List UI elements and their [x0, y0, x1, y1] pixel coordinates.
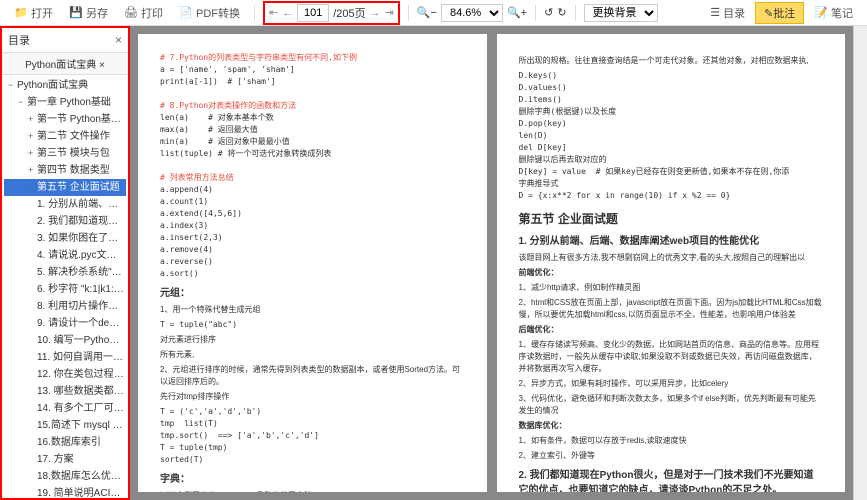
tree-item[interactable]: 15.简述下 mysql 的原理？: [4, 417, 126, 434]
next-page-icon[interactable]: →: [370, 7, 381, 19]
main-toolbar: 📁打开 💾另存 🖨打印 📄PDF转换 ⇤ ← /205页 → ⇥ 🔍− 84.6…: [0, 0, 867, 26]
first-page-icon[interactable]: ⇤: [269, 6, 278, 19]
tree-item[interactable]: 2. 我们都知道现在Python很: [4, 213, 126, 230]
tree-item[interactable]: +第一节 Python基础语法: [4, 111, 126, 128]
tree-item[interactable]: 14. 有多个工厂可以做数据: [4, 400, 126, 417]
list-icon: ☰: [710, 6, 720, 19]
tree-item[interactable]: +第四节 数据类型: [4, 162, 126, 179]
tree-item[interactable]: −第五节 企业面试题: [4, 179, 126, 196]
tree-item[interactable]: 1. 分别从前端、后端、数据库: [4, 196, 126, 213]
tree-item[interactable]: 16.数据库索引: [4, 434, 126, 451]
folder-icon: 📁: [14, 6, 28, 20]
page-total-label: /205页: [333, 5, 365, 21]
page-navigation: ⇤ ← /205页 → ⇥: [263, 1, 400, 25]
open-button[interactable]: 📁打开: [8, 3, 59, 23]
tree-item[interactable]: 5. 解决秒杀系统"大奖": [4, 264, 126, 281]
prev-page-icon[interactable]: ←: [282, 7, 293, 19]
tree-item[interactable]: +第二节 文件操作: [4, 128, 126, 145]
tree-item[interactable]: 8. 利用切片操作，实现一个tri: [4, 298, 126, 315]
document-viewport: # 7.Python的列表类型与字符串类型有何不同,如下例 a = ['name…: [130, 26, 853, 500]
pdf-page-left: # 7.Python的列表类型与字符串类型有何不同,如下例 a = ['name…: [138, 34, 487, 492]
note-button[interactable]: 📝笔记: [808, 3, 859, 23]
tree-item[interactable]: 11. 如何自调用一个类的父类: [4, 349, 126, 366]
background-select[interactable]: 更换背景: [584, 4, 658, 22]
tree-item[interactable]: 10. 编写一Python用and-or: [4, 332, 126, 349]
pdf-icon: 📄: [179, 6, 193, 20]
tree-item[interactable]: 17. 方案: [4, 451, 126, 468]
last-page-icon[interactable]: ⇥: [385, 6, 394, 19]
tree-item[interactable]: 18.数据库怎么优化查询效率？: [4, 468, 126, 485]
zoom-in-icon[interactable]: 🔍+: [507, 6, 527, 19]
pdf-convert-button[interactable]: 📄PDF转换: [173, 3, 246, 23]
pdf-page-right: 所出现的规格。往往直接查询结是一个可走代对象。还其他对象，对相应数据来执, D.…: [497, 34, 846, 492]
save-button[interactable]: 💾另存: [63, 3, 114, 23]
outline-tree[interactable]: −Python面试宝典−第一章 Python基础+第一节 Python基础语法+…: [2, 75, 128, 498]
tree-item[interactable]: 19. 简单说明ACID，并解释每: [4, 485, 126, 498]
close-icon[interactable]: ×: [115, 33, 122, 47]
pencil-icon: ✎: [764, 8, 773, 20]
tree-item[interactable]: 4. 请说说.pyc文件和.py文件的: [4, 247, 126, 264]
tree-item[interactable]: −第一章 Python基础: [4, 94, 126, 111]
zoom-select[interactable]: 84.6%: [441, 4, 503, 22]
print-button[interactable]: 🖨打印: [118, 3, 169, 23]
tab-close-icon[interactable]: ×: [99, 60, 105, 71]
note-icon: 📝: [814, 6, 828, 19]
zoom-out-icon[interactable]: 🔍−: [417, 6, 437, 19]
print-icon: 🖨: [124, 6, 138, 20]
tree-item[interactable]: 3. 如果你困在了死循环里，怎: [4, 230, 126, 247]
tree-item[interactable]: 12. 你在类包过程中，那里是o: [4, 366, 126, 383]
sidebar-tab[interactable]: Python面试宝典 ×: [2, 53, 128, 74]
tree-item[interactable]: 9. 请设计一个decorator，它可: [4, 315, 126, 332]
section-dict: 字典：: [160, 472, 465, 487]
rotate-right-icon[interactable]: ↻: [557, 6, 566, 19]
q1-title: 1. 分别从前端、后端、数据库阐述web项目的性能优化: [519, 234, 824, 249]
annotate-button[interactable]: ✎批注: [755, 2, 804, 24]
tree-item[interactable]: 6. 秒字符 "k:1|k1:2|k2:3|k3: [4, 281, 126, 298]
rotate-left-icon[interactable]: ↺: [544, 6, 553, 19]
save-icon: 💾: [69, 6, 83, 20]
sidebar-title: 目录: [8, 32, 30, 48]
catalog-button[interactable]: ☰目录: [704, 3, 751, 23]
vertical-scrollbar[interactable]: [853, 26, 867, 500]
q2-title: 2. 我们都知道现在Python很火，但是对于一门技术我们不光要知道它的优点，也…: [519, 468, 824, 492]
page-number-input[interactable]: [297, 4, 329, 22]
tree-item[interactable]: 13. 哪些数据类都能用做dict: [4, 383, 126, 400]
sidebar-panel: 目录 × Python面试宝典 × −Python面试宝典−第一章 Python…: [0, 26, 130, 500]
tree-item[interactable]: +第三节 模块与包: [4, 145, 126, 162]
chapter-title: 第五节 企业面试题: [519, 210, 824, 228]
section-tuple: 元组：: [160, 286, 465, 301]
tree-item[interactable]: −Python面试宝典: [4, 77, 126, 94]
